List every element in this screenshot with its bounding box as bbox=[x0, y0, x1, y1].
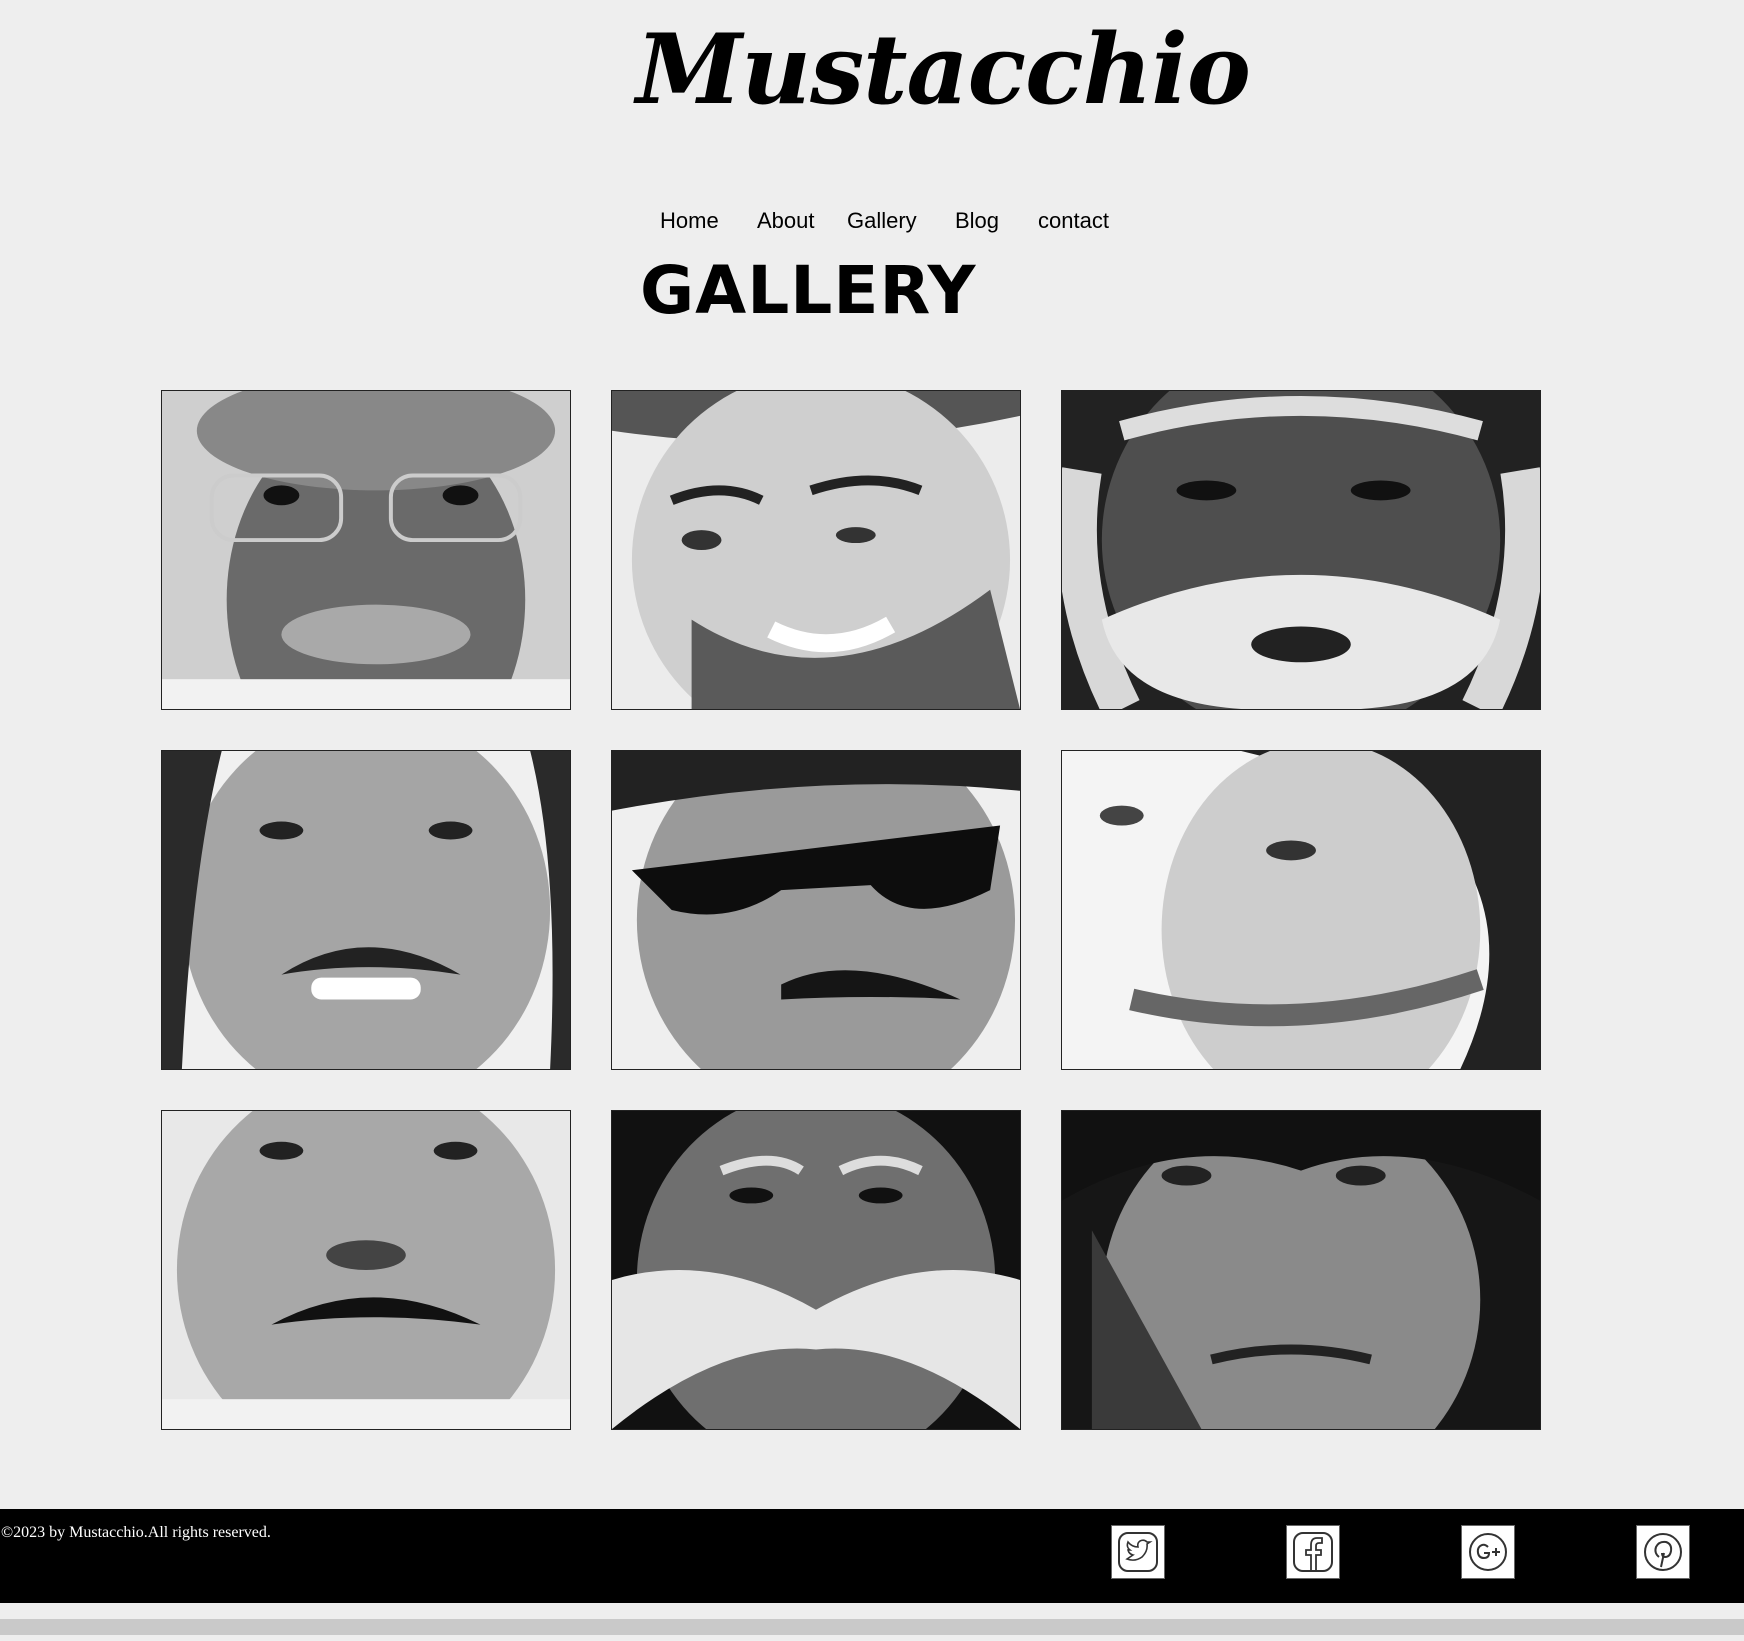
pinterest-icon[interactable] bbox=[1636, 1525, 1690, 1579]
nav-contact-link[interactable]: contact bbox=[1038, 208, 1109, 234]
gallery-photo[interactable] bbox=[611, 1110, 1021, 1430]
copyright-text: ©2023 by Mustacchio.All rights reserved. bbox=[1, 1524, 271, 1541]
gallery-photo[interactable] bbox=[611, 390, 1021, 710]
bottom-scroll-bar bbox=[0, 1619, 1744, 1635]
nav-gallery-link[interactable]: Gallery bbox=[847, 208, 917, 234]
nav-blog-link[interactable]: Blog bbox=[955, 208, 999, 234]
nav-home-link[interactable]: Home bbox=[660, 208, 719, 234]
main-nav: Home About Gallery Blog contact bbox=[0, 208, 1744, 238]
gallery-photo[interactable] bbox=[161, 390, 571, 710]
gallery-photo[interactable] bbox=[611, 750, 1021, 1070]
facebook-icon[interactable] bbox=[1286, 1525, 1340, 1579]
google-plus-icon[interactable] bbox=[1461, 1525, 1515, 1579]
bottom-divider bbox=[0, 1603, 1744, 1615]
gallery-photo[interactable] bbox=[161, 750, 571, 1070]
gallery-photo[interactable] bbox=[161, 1110, 571, 1430]
gallery-photo[interactable] bbox=[1061, 1110, 1541, 1430]
site-logo[interactable]: Mustacchio bbox=[636, 22, 1251, 118]
twitter-icon[interactable] bbox=[1111, 1525, 1165, 1579]
gallery-photo[interactable] bbox=[1061, 390, 1541, 710]
footer: ©2023 by Mustacchio.All rights reserved. bbox=[0, 1509, 1744, 1603]
gallery-photo[interactable] bbox=[1061, 750, 1541, 1070]
nav-about-link[interactable]: About bbox=[757, 208, 815, 234]
page-title: GALLERY bbox=[640, 252, 977, 329]
